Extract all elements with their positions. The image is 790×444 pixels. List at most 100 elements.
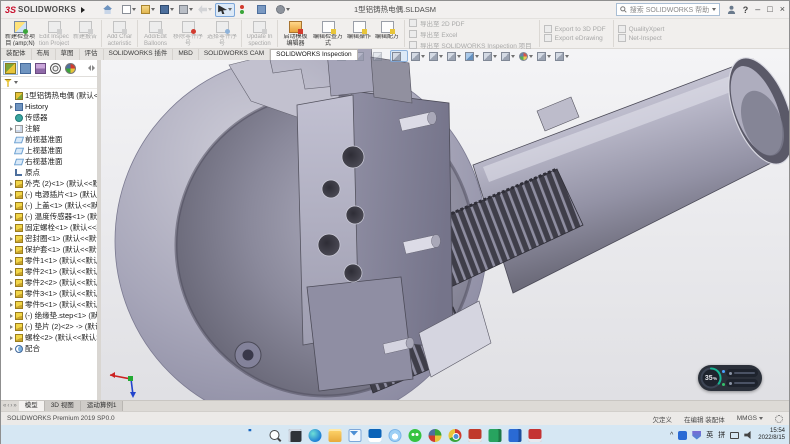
scroll-right-icon[interactable] [92,65,95,71]
view-tool-button[interactable] [482,50,498,62]
ribbon-menu-item[interactable]: 导出至 SOLIDWORKS Inspection 项目 [409,40,532,50]
expand-arrow-icon[interactable] [10,193,13,197]
taskbar-app-icon[interactable] [249,429,262,442]
taskbar-app-icon[interactable] [409,429,422,442]
ribbon-button[interactable]: Update Inspection Project [241,20,275,47]
view-tool-button[interactable] [390,50,408,62]
tree-item[interactable]: (-) 上盖<1> (默认<<默认>_显示状 [1,200,97,211]
taskbar-app-icon[interactable] [389,429,402,442]
tree-item[interactable]: 注解 [1,123,97,134]
tree-item[interactable]: 配合 [1,343,97,354]
panel-tab[interactable] [3,61,18,75]
taskbar-app-icon[interactable] [529,429,542,442]
dropdown-caret-icon[interactable] [529,55,533,58]
quick-access-button[interactable] [101,3,119,17]
command-tab[interactable]: 草图 [56,49,80,60]
taskbar-app-icon[interactable] [329,429,342,442]
expand-arrow-icon[interactable] [10,237,13,241]
dropdown-caret-icon[interactable] [547,55,551,58]
ribbon-button[interactable]: 启动模板编辑器 [277,20,311,47]
close-button[interactable]: × [780,5,785,14]
study-tab[interactable]: 运动算例1 [81,401,124,411]
ribbon-menu-item[interactable]: 导出至 Excel [409,29,532,39]
taskbar-app-icon[interactable] [269,429,282,442]
expand-arrow-icon[interactable] [10,204,13,208]
tree-item[interactable]: 原点 [1,167,97,178]
taskbar-app-icon[interactable] [449,429,462,442]
input-language-indicator[interactable]: 英 [706,430,713,440]
tree-item[interactable]: 密封圈<1> (默认<<默认>_显示状 [1,233,97,244]
expand-arrow-icon[interactable] [10,248,13,252]
panel-tab[interactable] [33,61,48,75]
input-method-indicator[interactable]: 拼 [718,430,725,440]
command-tab[interactable]: SOLIDWORKS CAM [199,49,270,60]
units-selector[interactable]: MMGS [737,415,763,422]
protection-tube[interactable] [473,49,789,293]
units-dropdown-icon[interactable] [759,417,763,420]
expand-arrow-icon[interactable] [10,259,13,263]
minimize-button[interactable]: – [755,5,760,14]
dropdown-caret-icon[interactable] [565,55,569,58]
view-tool-button[interactable] [372,50,388,62]
tree-item[interactable]: 固定螺栓<1> (默认<<默认>_显示 [1,222,97,233]
tree-item[interactable]: 零件2<1> (默认<<默认>_显示状 [1,266,97,277]
expand-arrow-icon[interactable] [10,226,13,230]
dropdown-caret-icon[interactable] [439,55,443,58]
tree-item[interactable]: 零件3<1> (默认<<默认>_显示状 [1,288,97,299]
zoom-overlay-widget[interactable]: 35% [698,365,762,391]
scroll-left-icon[interactable] [88,65,91,71]
ribbon-button[interactable]: Edit Inspection Project [37,20,71,47]
3d-model[interactable] [101,49,789,400]
expand-arrow-icon[interactable] [10,127,13,131]
command-tab[interactable]: 布局 [32,49,56,60]
expand-arrow-icon[interactable] [10,281,13,285]
user-account-icon[interactable] [727,5,736,14]
taskbar-app-icon[interactable] [289,429,302,442]
command-tab[interactable]: SOLIDWORKS Inspection [270,49,358,60]
dropdown-caret-icon[interactable] [493,55,497,58]
taskbar-app-icon[interactable] [349,429,362,442]
dropdown-caret-icon[interactable] [151,8,155,11]
view-tool-button[interactable] [464,50,480,62]
quick-access-button[interactable] [196,3,214,17]
view-tool-button[interactable] [446,50,462,62]
tray-app-icon[interactable] [678,431,687,440]
tree-item[interactable]: (-) 电源插片<1> (默认<<默认>_显 [1,189,97,200]
tree-item[interactable]: 外壳 (2)<1> (默认<<默认>_显示状 [1,178,97,189]
expand-arrow-icon[interactable] [10,336,13,340]
ribbon-button[interactable]: 编辑操作 [345,20,373,47]
quick-access-button[interactable] [274,3,292,17]
taskbar-app-icon[interactable] [489,429,502,442]
volume-icon[interactable] [744,431,753,440]
tree-item[interactable]: 零件5<1> (默认<<默认>_显示状态 [1,299,97,310]
dropdown-caret-icon[interactable] [189,8,193,11]
command-tab[interactable]: MBD [173,49,198,60]
view-tool-button[interactable] [500,50,516,62]
security-shield-icon[interactable] [692,431,701,440]
ribbon-button[interactable]: 新建检查项目 (amp;N) [3,20,37,47]
taskbar-app-icon[interactable] [309,429,322,442]
ribbon-menu-item[interactable]: QualityXpert [618,25,665,33]
search-box[interactable]: 搜索 SOLIDWORKS 帮助 [616,3,720,16]
expand-arrow-icon[interactable] [10,270,13,274]
expand-arrow-icon[interactable] [10,325,13,329]
taskbar-app-icon[interactable] [369,429,382,442]
tree-item[interactable]: 零件2<2> (默认<<默认>_显示状 [1,277,97,288]
expand-arrow-icon[interactable] [10,347,13,351]
ribbon-menu-item[interactable]: Net-Inspect [618,34,665,42]
dropdown-caret-icon[interactable] [170,8,174,11]
command-tab[interactable]: 评估 [80,49,104,60]
tree-item[interactable]: 传感器 [1,112,97,123]
tree-filter-row[interactable] [1,77,97,89]
quick-access-button[interactable] [177,3,195,17]
tray-expand-icon[interactable]: ^ [670,432,673,439]
tree-item[interactable]: 上视基准面 [1,145,97,156]
quick-access-button[interactable] [255,3,273,17]
tree-item[interactable]: (-) 绝缘垫.step<1> (默认<<默认> [1,310,97,321]
tree-item[interactable]: History [1,101,97,112]
ribbon-button[interactable]: 编辑配方 [373,20,401,47]
taskbar-app-icon[interactable] [509,429,522,442]
panel-tab[interactable] [48,61,63,75]
widget-button-top[interactable] [726,369,758,377]
view-tool-button[interactable] [518,50,534,62]
